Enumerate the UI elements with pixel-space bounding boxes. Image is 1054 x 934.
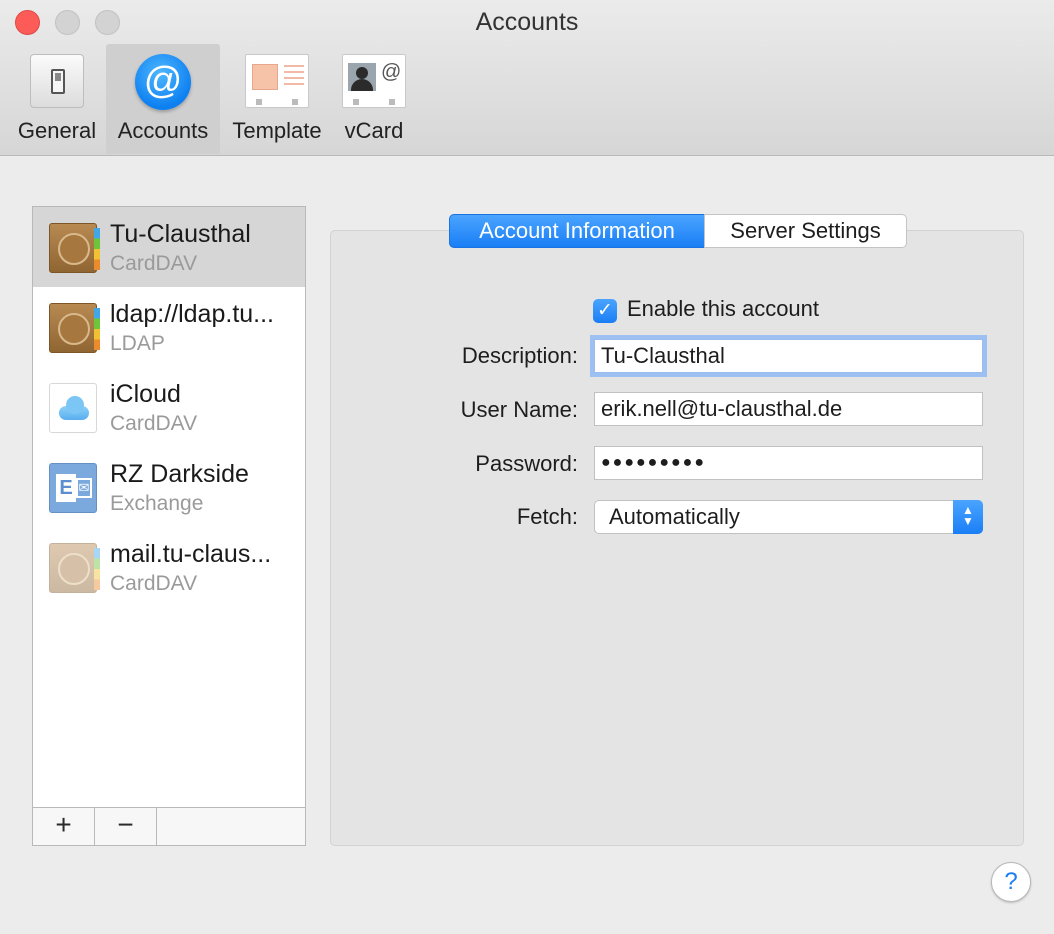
toolbar-item-label: General (17, 118, 97, 143)
description-field[interactable]: Tu-Clausthal (594, 339, 983, 373)
account-type: CardDAV (110, 252, 198, 275)
at-sign-icon: @ (135, 54, 191, 110)
toolbar-item-general[interactable]: General (10, 44, 104, 154)
account-detail-panel (330, 230, 1024, 846)
password-label: Password: (475, 451, 578, 476)
window-title: Accounts (475, 8, 579, 36)
enable-account-label[interactable]: Enable this account (627, 296, 819, 322)
fetch-value: Automatically (609, 504, 740, 529)
account-row-icloud[interactable]: iCloud CardDAV (33, 367, 305, 447)
account-list[interactable]: Tu-Clausthal CardDAV ldap://ldap.tu... L… (32, 206, 306, 846)
exchange-icon: E ✉ (49, 463, 97, 513)
fetch-popup[interactable]: Automatically ▲ ▼ (594, 500, 983, 534)
popup-arrows-icon: ▲ ▼ (953, 500, 983, 534)
general-switch-icon (30, 54, 84, 108)
contacts-book-icon (49, 543, 100, 593)
tab-server-settings[interactable]: Server Settings (704, 214, 907, 248)
toolbar-item-label: vCard (344, 118, 404, 143)
account-row-rz-darkside[interactable]: E ✉ RZ Darkside Exchange (33, 447, 305, 527)
account-name: iCloud (110, 380, 181, 408)
remove-account-button[interactable]: − (95, 808, 157, 845)
account-name: RZ Darkside (110, 460, 249, 488)
tab-account-information[interactable]: Account Information (449, 214, 705, 248)
account-name: mail.tu-claus... (110, 540, 272, 568)
account-row-ldap[interactable]: ldap://ldap.tu... LDAP (33, 287, 305, 367)
toolbar-item-accounts[interactable]: @ Accounts (106, 44, 220, 154)
account-type: CardDAV (110, 572, 198, 595)
account-name: Tu-Clausthal (110, 220, 251, 248)
toolbar-item-label: Accounts (117, 118, 209, 143)
account-type: Exchange (110, 492, 204, 515)
description-label: Description: (461, 343, 578, 368)
username-label: User Name: (460, 397, 578, 422)
account-list-toolbar: + − (33, 807, 305, 845)
password-field[interactable]: ●●●●●●●●● (594, 446, 983, 480)
username-field[interactable]: erik.nell@tu-clausthal.de (594, 392, 983, 426)
toolbar-item-template[interactable]: Template (226, 44, 328, 154)
toolbar-item-vcard[interactable]: @ vCard (334, 44, 414, 154)
help-button[interactable]: ? (991, 862, 1031, 902)
contacts-book-icon (49, 223, 100, 273)
account-name: ldap://ldap.tu... (110, 300, 275, 328)
enable-account-checkbox[interactable]: ✓ (593, 299, 617, 323)
template-icon (245, 54, 309, 108)
fetch-label: Fetch: (516, 504, 578, 529)
vcard-icon: @ (342, 54, 406, 108)
account-row-mail-tu-clausthal[interactable]: mail.tu-claus... CardDAV (33, 527, 305, 607)
account-type: LDAP (110, 332, 165, 355)
window-toolbar: Accounts General @ Accounts Template @ v… (0, 0, 1054, 156)
account-row-tu-clausthal[interactable]: Tu-Clausthal CardDAV (33, 207, 305, 287)
toolbar-item-label: Template (232, 118, 322, 143)
account-type: CardDAV (110, 412, 198, 435)
contacts-book-icon (49, 303, 100, 353)
add-account-button[interactable]: + (33, 808, 95, 845)
icloud-icon (49, 383, 97, 433)
